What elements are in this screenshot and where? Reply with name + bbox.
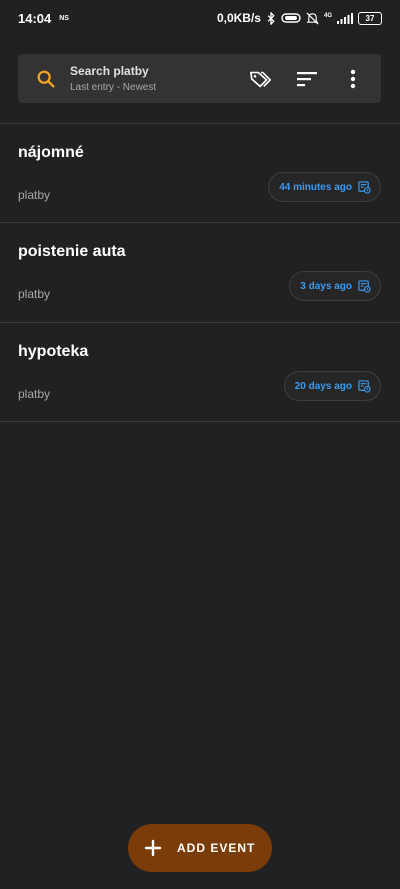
- add-event-button[interactable]: ADD EVENT: [128, 824, 272, 872]
- battery-level: 37: [365, 13, 375, 23]
- time-label: 44 minutes ago: [279, 181, 352, 193]
- network-type: 4G: [323, 13, 332, 19]
- event-category: platby: [18, 387, 51, 401]
- event-item[interactable]: hypoteka platby 20 days ago: [0, 323, 400, 422]
- plus-icon: [144, 839, 162, 857]
- mute-icon: [306, 12, 319, 24]
- time-chip[interactable]: 3 days ago: [289, 271, 381, 301]
- search-bar[interactable]: Search platby Last entry - Newest: [18, 54, 381, 103]
- tag-icon[interactable]: [249, 69, 273, 89]
- add-event-label: ADD EVENT: [177, 841, 256, 855]
- status-left: 14:04 NS: [18, 11, 69, 26]
- event-item[interactable]: nájomné platby 44 minutes ago: [0, 124, 400, 223]
- sort-icon[interactable]: [296, 71, 318, 87]
- time-chip[interactable]: 20 days ago: [283, 371, 381, 401]
- event-title: poistenie auta: [18, 243, 126, 260]
- calendar-history-icon: [358, 180, 371, 194]
- signal-icon: [337, 12, 353, 24]
- time-label: 3 days ago: [300, 280, 352, 292]
- sort-button[interactable]: [294, 66, 320, 92]
- divider: [0, 421, 400, 422]
- search-icon[interactable]: [35, 68, 57, 90]
- net-speed: 0,0KB/s: [216, 11, 261, 25]
- tag-button[interactable]: [248, 66, 274, 92]
- more-vert-icon[interactable]: [350, 69, 356, 89]
- vibrate-icon: [281, 13, 301, 23]
- status-right: 0,0KB/s 4G 37: [217, 11, 382, 25]
- event-title: hypoteka: [18, 343, 89, 360]
- time-label: 20 days ago: [294, 380, 352, 392]
- event-category: platby: [18, 287, 51, 301]
- calendar-history-icon: [358, 379, 371, 393]
- calendar-history-icon: [358, 279, 371, 293]
- event-category: platby: [18, 188, 51, 202]
- carrier-tag: NS: [59, 14, 69, 22]
- event-title: nájomné: [18, 144, 84, 161]
- search-title: Search platby: [70, 64, 149, 78]
- more-button[interactable]: [340, 66, 366, 92]
- time-chip[interactable]: 44 minutes ago: [268, 172, 381, 202]
- battery-icon: 37: [358, 11, 382, 25]
- search-texts[interactable]: Search platby Last entry - Newest: [70, 64, 156, 93]
- event-item[interactable]: poistenie auta platby 3 days ago: [0, 223, 400, 322]
- status-bar: 14:04 NS 0,0KB/s 4G 37: [0, 0, 400, 36]
- search-subtitle: Last entry - Newest: [70, 82, 157, 93]
- bluetooth-icon: [267, 11, 275, 25]
- status-time: 14:04: [18, 10, 52, 26]
